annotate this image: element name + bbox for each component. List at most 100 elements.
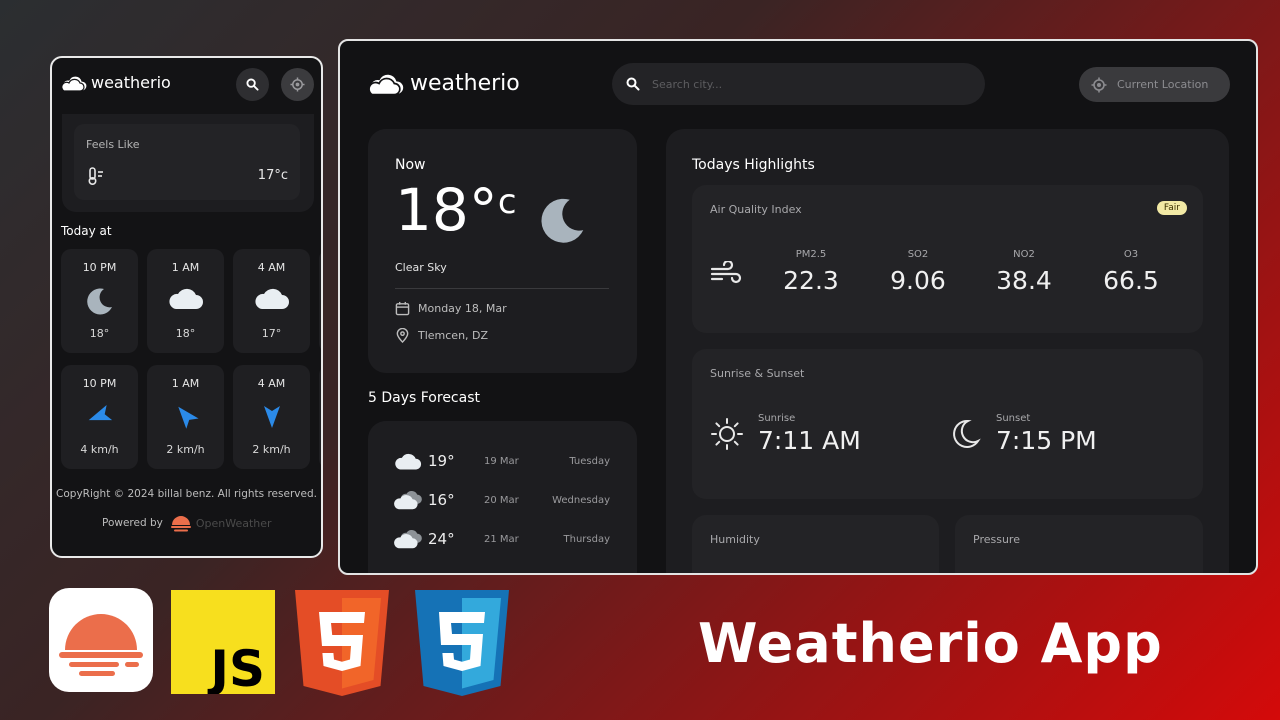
aqi-item: PM2.5 22.3 [766, 249, 856, 295]
aqi-item: O3 66.5 [1086, 249, 1176, 295]
app-title: Weatherio App [698, 612, 1163, 675]
current-location: Tlemcen, DZ [418, 329, 489, 342]
aqi-item: NO2 38.4 [979, 249, 1069, 295]
html5-logo [295, 590, 389, 700]
sunrise-sunset-label: Sunrise & Sunset [710, 367, 805, 380]
feels-like-card: Feels Like 17°c [74, 124, 300, 200]
svg-text:JS: JS [207, 640, 265, 694]
hourly-wind-card-partial [319, 365, 321, 469]
hourly-wind-value: 2 km/h [252, 443, 291, 456]
moon-icon [541, 198, 584, 243]
hourly-wind-card: 10 PM 4 km/h [61, 365, 138, 469]
current-location-button[interactable]: Current Location [1079, 67, 1230, 102]
hourly-temp-card-partial [319, 249, 321, 353]
aqi-item-name: PM2.5 [795, 249, 827, 260]
desktop-preview-window: weatherio Current Location Now 18°c [338, 39, 1258, 575]
forecast-card: 19° 19 Mar Tuesday 16° 20 Mar Wednesday … [368, 421, 637, 573]
sunset-label: Sunset [996, 413, 1031, 424]
mobile-preview-window: weatherio Feels Like 17°c Today at 10 PM… [50, 56, 323, 558]
pressure-label: Pressure [973, 533, 1020, 546]
hourly-wind-value: 2 km/h [166, 443, 205, 456]
hourly-time: 1 AM [171, 377, 200, 390]
feels-like-value: 17°c [257, 168, 288, 183]
feels-like-section: Feels Like 17°c [62, 114, 314, 212]
aqi-badge: Fair [1156, 201, 1187, 215]
forecast-temp: 24° [428, 530, 455, 548]
hourly-temp-value: 18° [175, 327, 196, 340]
current-temperature: 18°c [395, 181, 517, 239]
powered-by: Powered by OpenWeather [102, 513, 272, 533]
aqi-item: SO2 9.06 [873, 249, 963, 295]
moon-outline-icon [953, 419, 981, 448]
location-pin-icon [396, 328, 409, 343]
cloud-icon [395, 453, 422, 470]
mobile-location-button[interactable] [281, 68, 314, 101]
aqi-item-value: 38.4 [996, 266, 1052, 295]
aqi-item-value: 9.06 [890, 266, 946, 295]
forecast-date: 20 Mar [484, 494, 519, 506]
cloud-logo-icon [368, 73, 404, 96]
sunset-block: Sunset 7:15 PM [948, 413, 1097, 455]
wind-direction-icon [177, 406, 199, 429]
wind-direction-icon [88, 405, 112, 421]
forecast-day: Thursday [563, 533, 611, 545]
sunrise-label: Sunrise [758, 413, 796, 424]
copyright-text: CopyRight © 2024 billal benz. All rights… [56, 488, 317, 500]
location-target-icon [1091, 77, 1107, 92]
sunrise-sunset-card: Sunrise & Sunset Sunrise 7:11 AM Sunset … [692, 349, 1203, 499]
cloud-icon [394, 530, 422, 549]
hourly-wind-card: 1 AM 2 km/h [147, 365, 224, 469]
sunset-value: 7:15 PM [996, 426, 1097, 455]
mobile-search-button[interactable] [236, 68, 269, 101]
hourly-time: 10 PM [82, 261, 117, 274]
divider [395, 288, 609, 289]
aqi-item-value: 66.5 [1103, 266, 1159, 295]
moon-icon [86, 288, 112, 315]
forecast-row: 19° 19 Mar Tuesday [394, 449, 610, 473]
air-quality-label: Air Quality Index [710, 203, 802, 216]
today-at-label: Today at [61, 224, 112, 238]
wind-icon [710, 261, 742, 284]
pressure-card: Pressure [955, 515, 1203, 573]
forecast-day: Wednesday [552, 494, 610, 506]
aqi-item-name: NO2 [1013, 249, 1035, 260]
hourly-temp-card: 1 AM 18° [147, 249, 224, 353]
desktop-logo[interactable]: weatherio [368, 71, 520, 96]
forecast-date: 21 Mar [484, 533, 519, 545]
hourly-time: 4 AM [257, 377, 286, 390]
mobile-logo-text: weatherio [91, 73, 171, 92]
forecast-temp: 16° [428, 491, 455, 509]
wind-direction-icon [263, 406, 280, 428]
forecast-title: 5 Days Forecast [368, 390, 480, 406]
aqi-item-value: 22.3 [783, 266, 839, 295]
search-icon [246, 78, 259, 91]
mobile-logo[interactable]: weatherio [61, 73, 171, 92]
humidity-label: Humidity [710, 533, 760, 546]
now-label: Now [395, 157, 426, 173]
date-row: Monday 18, Mar [395, 301, 507, 316]
current-date: Monday 18, Mar [418, 302, 507, 315]
openweather-link[interactable]: OpenWeather [196, 517, 272, 530]
search-input[interactable] [652, 77, 952, 91]
feels-like-label: Feels Like [86, 138, 140, 151]
location-row: Tlemcen, DZ [395, 328, 488, 343]
current-temp-value: 18° [395, 176, 498, 244]
humidity-card: Humidity [692, 515, 939, 573]
hourly-time: 1 AM [171, 261, 200, 274]
hourly-wind-value: 4 km/h [80, 443, 119, 456]
forecast-day: Tuesday [569, 455, 610, 467]
hourly-temp-value: 17° [261, 327, 282, 340]
hourly-temp-card: 4 AM 17° [233, 249, 310, 353]
highlights-title: Todays Highlights [692, 157, 815, 173]
search-bar [612, 63, 985, 105]
weather-condition: Clear Sky [395, 261, 447, 274]
thermometer-icon [86, 166, 106, 190]
hourly-time: 10 PM [82, 377, 117, 390]
javascript-logo: JS [171, 590, 275, 698]
current-temp-unit: c [497, 182, 517, 222]
calendar-icon [395, 301, 410, 316]
sunrise-block: Sunrise 7:11 AM [710, 413, 861, 455]
highlights-section: Todays Highlights Air Quality Index Fair… [666, 129, 1229, 573]
search-icon [626, 77, 640, 91]
mobile-header: weatherio [52, 58, 321, 114]
